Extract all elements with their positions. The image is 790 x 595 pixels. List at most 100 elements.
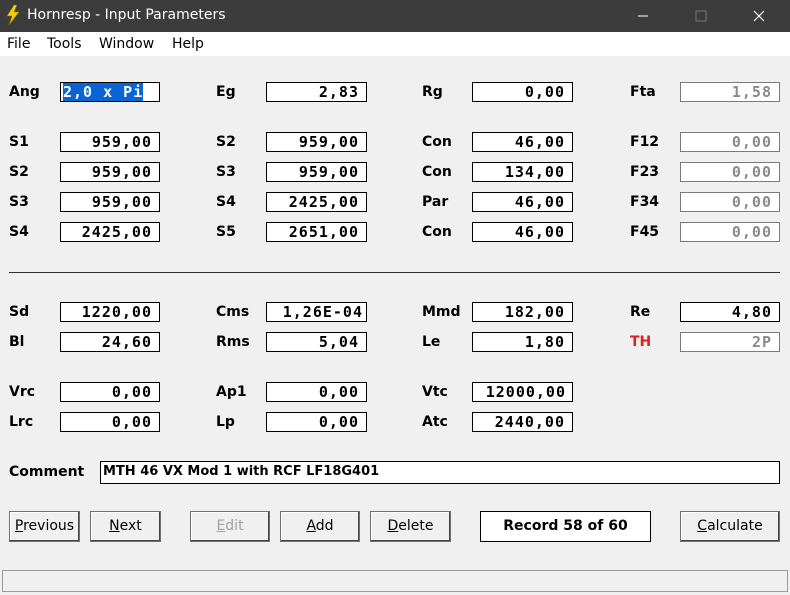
- f34-field: 0,00: [680, 192, 780, 212]
- label-vtc: Vtc: [422, 384, 448, 400]
- le-field[interactable]: 1,80: [472, 332, 573, 352]
- label-f34: F34: [630, 194, 660, 210]
- edit-label: dit: [225, 518, 244, 534]
- title-bar: Hornresp - Input Parameters: [0, 0, 790, 32]
- maximize-icon: [695, 10, 707, 22]
- calculate-label: alculate: [707, 518, 763, 534]
- label-s2b: S2: [9, 164, 29, 180]
- label-bl: Bl: [9, 334, 25, 350]
- con3-field[interactable]: 46,00: [472, 222, 573, 242]
- menu-tools[interactable]: Tools: [47, 36, 82, 52]
- delete-button[interactable]: Delete: [370, 511, 451, 542]
- s1-field[interactable]: 959,00: [60, 132, 160, 152]
- label-s1: S1: [9, 134, 29, 150]
- vtc-field[interactable]: 12000,00: [472, 382, 573, 402]
- label-s4b: S4: [9, 224, 29, 240]
- calculate-button[interactable]: Calculate: [680, 511, 780, 542]
- edit-button: Edit: [190, 511, 270, 542]
- label-comment: Comment: [9, 464, 85, 480]
- label-s3b: S3: [9, 194, 29, 210]
- label-s2: S2: [216, 134, 236, 150]
- label-th[interactable]: TH: [630, 334, 651, 350]
- con1-field[interactable]: 46,00: [472, 132, 573, 152]
- s4-field[interactable]: 2425,00: [266, 192, 367, 212]
- label-re: Re: [630, 304, 651, 320]
- bl-field[interactable]: 24,60: [60, 332, 160, 352]
- record-indicator: Record 58 of 60: [480, 511, 651, 542]
- label-ap1: Ap1: [216, 384, 247, 400]
- menu-help[interactable]: Help: [172, 36, 204, 52]
- comment-field[interactable]: MTH 46 VX Mod 1 with RCF LF18G401: [100, 461, 780, 484]
- add-button[interactable]: Add: [280, 511, 360, 542]
- lrc-field[interactable]: 0,00: [60, 412, 160, 432]
- label-sd: Sd: [9, 304, 30, 320]
- ap1-field[interactable]: 0,00: [266, 382, 367, 402]
- label-f12: F12: [630, 134, 660, 150]
- add-accel: A: [306, 518, 316, 534]
- delete-label: elete: [398, 518, 434, 534]
- mmd-field[interactable]: 182,00: [472, 302, 573, 322]
- menu-window[interactable]: Window: [99, 36, 154, 52]
- menu-bar: File Tools Window Help: [0, 32, 790, 56]
- minimize-icon: [638, 15, 648, 17]
- s2b-field[interactable]: 959,00: [60, 162, 160, 182]
- con2-field[interactable]: 134,00: [472, 162, 573, 182]
- label-f23: F23: [630, 164, 660, 180]
- label-con1: Con: [422, 134, 452, 150]
- s4b-field[interactable]: 2425,00: [60, 222, 160, 242]
- rms-field[interactable]: 5,04: [266, 332, 367, 352]
- label-cms: Cms: [216, 304, 250, 320]
- label-lrc: Lrc: [9, 414, 34, 430]
- section-divider: [9, 272, 780, 273]
- ang-value: 2,0 x Pi: [63, 83, 144, 101]
- re-field[interactable]: 4,80: [680, 302, 780, 322]
- label-con2: Con: [422, 164, 452, 180]
- par-field[interactable]: 46,00: [472, 192, 573, 212]
- lp-field[interactable]: 0,00: [266, 412, 367, 432]
- ang-field[interactable]: 2,0 x Pi: [60, 82, 160, 102]
- atc-field[interactable]: 2440,00: [472, 412, 573, 432]
- f12-field: 0,00: [680, 132, 780, 152]
- s5-field[interactable]: 2651,00: [266, 222, 367, 242]
- edit-accel: E: [216, 518, 226, 534]
- label-rms: Rms: [216, 334, 250, 350]
- label-s4: S4: [216, 194, 236, 210]
- label-le: Le: [422, 334, 441, 350]
- next-accel: N: [109, 518, 120, 534]
- label-s3: S3: [216, 164, 236, 180]
- label-fta: Fta: [630, 84, 656, 100]
- eg-field[interactable]: 2,83: [266, 82, 367, 102]
- label-atc: Atc: [422, 414, 448, 430]
- s3-field[interactable]: 959,00: [266, 162, 367, 182]
- minimize-button[interactable]: [614, 0, 672, 32]
- previous-accel: P: [14, 518, 24, 534]
- sd-field[interactable]: 1220,00: [60, 302, 160, 322]
- menu-file[interactable]: File: [7, 36, 30, 52]
- f23-field: 0,00: [680, 162, 780, 182]
- s3b-field[interactable]: 959,00: [60, 192, 160, 212]
- label-mmd: Mmd: [422, 304, 461, 320]
- previous-label: revious: [23, 518, 75, 534]
- label-eg: Eg: [216, 84, 236, 100]
- fta-field: 1,58: [680, 82, 780, 102]
- window-title: Hornresp - Input Parameters: [27, 7, 226, 23]
- vrc-field[interactable]: 0,00: [60, 382, 160, 402]
- input-parameters-panel: Ang 2,0 x Pi Eg 2,83 Rg 0,00 Fta 1,58 S1…: [0, 56, 790, 566]
- s2-field[interactable]: 959,00: [266, 132, 367, 152]
- label-f45: F45: [630, 224, 660, 240]
- delete-accel: D: [387, 518, 399, 534]
- add-label: dd: [315, 518, 334, 534]
- th-field: 2P: [680, 332, 780, 352]
- next-label: ext: [119, 518, 142, 534]
- next-button[interactable]: Next: [90, 511, 161, 542]
- maximize-button[interactable]: [672, 0, 730, 32]
- label-lp: Lp: [216, 414, 235, 430]
- label-rg: Rg: [422, 84, 443, 100]
- previous-button[interactable]: Previous: [9, 511, 80, 542]
- label-ang: Ang: [9, 84, 40, 100]
- calculate-accel: C: [697, 518, 708, 534]
- close-button[interactable]: [730, 0, 788, 32]
- close-icon: [753, 10, 765, 22]
- rg-field[interactable]: 0,00: [472, 82, 573, 102]
- cms-field[interactable]: 1,26E-04: [266, 302, 367, 322]
